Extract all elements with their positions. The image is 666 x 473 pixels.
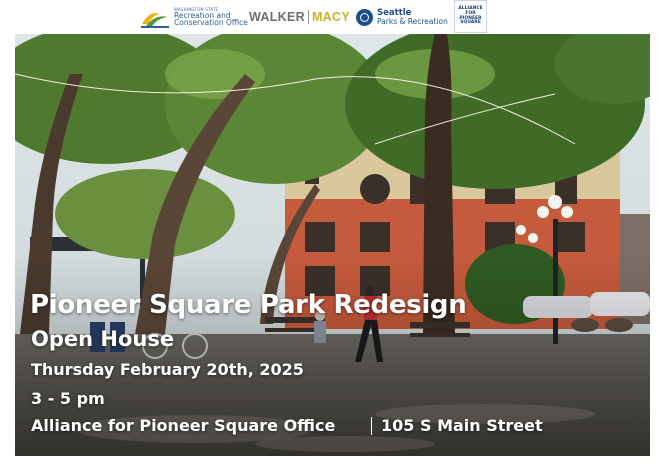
parks-rec-text: Parks & Recreation [377, 16, 448, 26]
event-subtitle: Open House [31, 327, 175, 351]
location-divider [371, 417, 372, 435]
macy-text: MACY [311, 10, 350, 24]
event-location: Alliance for Pioneer Square Office [31, 416, 336, 435]
event-time: 3 - 5 pm [31, 389, 105, 408]
event-address: 105 S Main Street [381, 416, 543, 435]
alliance-line4: SQUARE [460, 20, 481, 26]
walker-text: WALKER [249, 10, 305, 24]
logo-bar: WASHINGTON STATE Recreation and Conserva… [0, 0, 666, 33]
walker-macy-divider [307, 10, 309, 24]
seattle-parks-logo: Seattle Parks & Recreation [356, 4, 448, 30]
walker-macy-logo: WALKER MACY [249, 4, 350, 30]
seattle-seal-icon [356, 8, 373, 26]
rco-logo: WASHINGTON STATE Recreation and Conserva… [140, 4, 248, 30]
rco-name-line2: Conservation Office [174, 18, 248, 27]
park-photo [15, 34, 650, 456]
event-date: Thursday February 20th, 2025 [31, 360, 304, 379]
alliance-pioneer-square-logo: ALLIANCE FOR PIONEER SQUARE [454, 0, 487, 33]
rco-swoosh-icon [140, 6, 170, 28]
event-title: Pioneer Square Park Redesign [30, 290, 467, 320]
